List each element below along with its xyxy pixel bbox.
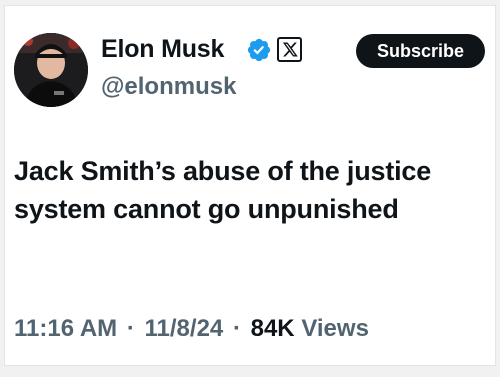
x-logo-icon (277, 37, 302, 62)
subscribe-button[interactable]: Subscribe (356, 34, 485, 68)
verified-badge-icon (247, 38, 271, 62)
author-handle[interactable]: @elonmusk (101, 73, 236, 101)
tweet-time[interactable]: 11:16 AM (14, 315, 117, 342)
meta-separator: · (232, 315, 241, 342)
tweet-meta: 11:16 AM · 11/8/24 · 84K Views (14, 315, 369, 343)
profile-photo-icon (14, 33, 88, 107)
tweet-date[interactable]: 11/8/24 (145, 315, 224, 342)
views-label: Views (301, 315, 369, 342)
tweet-text: Jack Smith’s abuse of the justice system… (14, 156, 432, 224)
tweet-card: Elon Musk @elonmusk Subscribe Jack Smith… (4, 5, 496, 366)
meta-separator: · (126, 315, 135, 342)
views-count[interactable]: 84K (251, 315, 295, 342)
avatar[interactable] (14, 33, 88, 107)
author-name[interactable]: Elon Musk (101, 35, 224, 64)
